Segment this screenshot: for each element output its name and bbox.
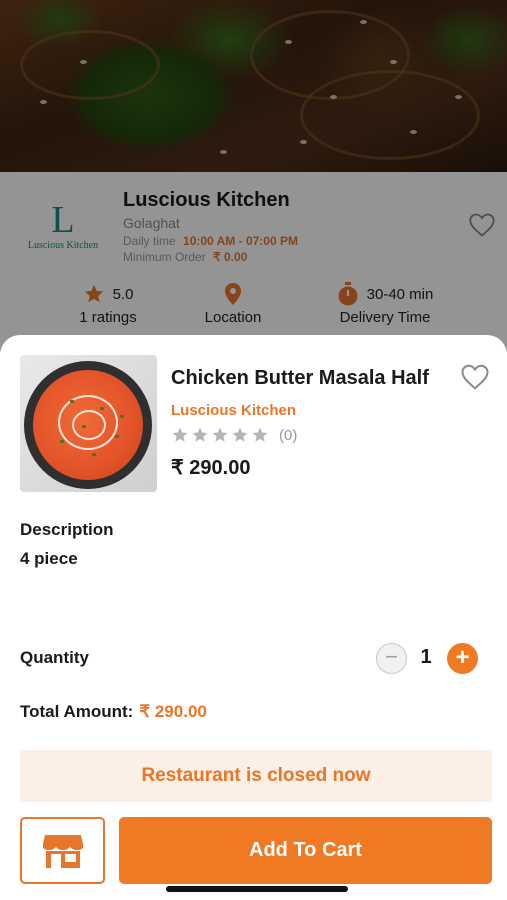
storefront-icon — [43, 835, 83, 868]
view-store-button[interactable] — [20, 817, 105, 884]
dish-image — [20, 355, 157, 492]
dish-restaurant-link[interactable]: Luscious Kitchen — [171, 402, 296, 419]
star-icon — [172, 427, 188, 442]
total-label: Total Amount: — [20, 702, 134, 721]
home-indicator[interactable] — [166, 886, 348, 892]
total-amount-row: Total Amount: ₹ 290.00 — [20, 702, 207, 722]
product-bottom-sheet: Chicken Butter Masala Half Luscious Kitc… — [0, 335, 507, 900]
restaurant-closed-banner: Restaurant is closed now — [20, 750, 492, 802]
quantity-value: 1 — [420, 646, 432, 668]
star-icon — [212, 427, 228, 442]
quantity-label: Quantity — [20, 648, 89, 667]
dish-title: Chicken Butter Masala Half — [171, 367, 429, 389]
modal-backdrop[interactable] — [0, 0, 507, 352]
total-value: ₹ 290.00 — [139, 702, 207, 721]
dish-rating: (0) — [171, 426, 297, 444]
quantity-increment-button[interactable]: + — [447, 643, 478, 674]
heart-outline-icon[interactable] — [460, 363, 490, 391]
dish-price: ₹ 290.00 — [171, 457, 251, 479]
star-icon — [192, 427, 208, 442]
rating-count: (0) — [279, 426, 298, 444]
description-value: 4 piece — [20, 549, 78, 568]
add-to-cart-button[interactable]: Add To Cart — [119, 817, 492, 884]
star-icon — [252, 427, 268, 442]
star-icon — [232, 427, 248, 442]
quantity-decrement-button[interactable]: − — [376, 643, 407, 674]
description-heading: Description — [20, 520, 114, 539]
